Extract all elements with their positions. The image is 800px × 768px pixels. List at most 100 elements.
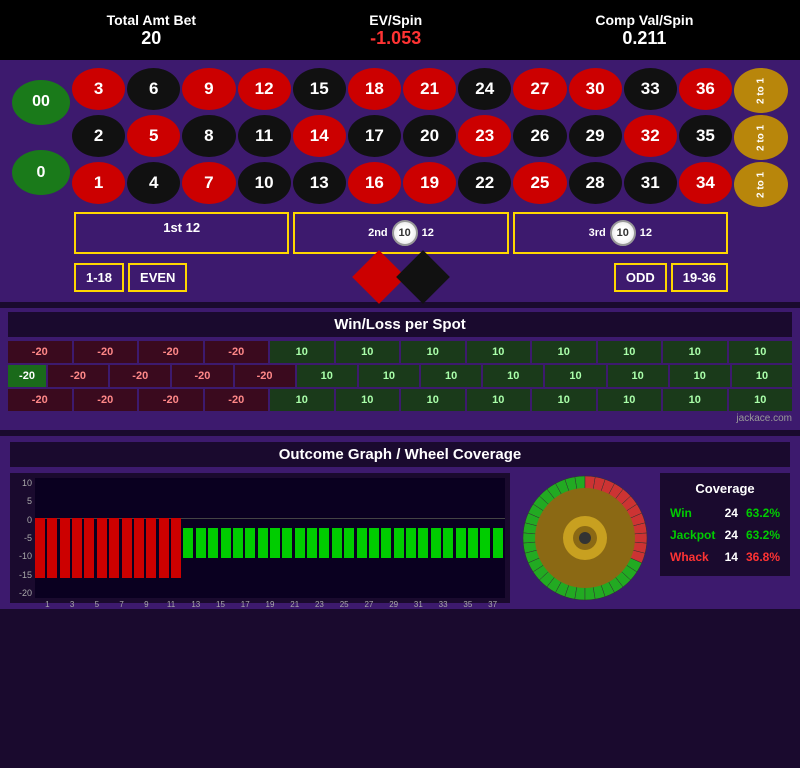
number-5[interactable]: 5 bbox=[127, 115, 180, 157]
jackpot-pct: 63.2% bbox=[746, 528, 780, 542]
number-31[interactable]: 31 bbox=[624, 162, 677, 204]
wl-cell: -20 bbox=[235, 365, 295, 387]
wl-row-1: -20-20-20-201010101010101010 bbox=[8, 341, 792, 363]
double-zero[interactable]: 00 bbox=[12, 80, 70, 125]
number-19[interactable]: 19 bbox=[403, 162, 456, 204]
number-18[interactable]: 18 bbox=[348, 68, 401, 110]
first-dozen[interactable]: 1st 12 bbox=[74, 212, 289, 254]
number-1[interactable]: 1 bbox=[72, 162, 125, 204]
number-4[interactable]: 4 bbox=[127, 162, 180, 204]
outcome-content: 10 5 0 -5 -10 -15 -20 135791113151719212… bbox=[10, 473, 790, 603]
wl-cell: -20 bbox=[139, 341, 203, 363]
number-28[interactable]: 28 bbox=[569, 162, 622, 204]
bar bbox=[295, 528, 305, 558]
wheel-container bbox=[520, 473, 650, 603]
number-34[interactable]: 34 bbox=[679, 162, 732, 204]
number-26[interactable]: 26 bbox=[513, 115, 566, 157]
side-bet-bot[interactable]: 2 to 1 bbox=[734, 162, 788, 207]
number-22[interactable]: 22 bbox=[458, 162, 511, 204]
number-23[interactable]: 23 bbox=[458, 115, 511, 157]
bet-1-18[interactable]: 1-18 bbox=[74, 263, 124, 292]
bet-even[interactable]: EVEN bbox=[128, 263, 187, 292]
number-20[interactable]: 20 bbox=[403, 115, 456, 157]
y-axis: 10 5 0 -5 -10 -15 -20 bbox=[15, 478, 35, 598]
second-dozen[interactable]: 2nd 10 12 bbox=[293, 212, 508, 254]
number-8[interactable]: 8 bbox=[182, 115, 235, 157]
bet-odd[interactable]: ODD bbox=[614, 263, 667, 292]
number-3[interactable]: 3 bbox=[72, 68, 125, 110]
wl-green-cell: -20 bbox=[8, 365, 46, 387]
number-27[interactable]: 27 bbox=[513, 68, 566, 110]
number-14[interactable]: 14 bbox=[293, 115, 346, 157]
whack-label: Whack bbox=[670, 550, 709, 564]
number-29[interactable]: 29 bbox=[569, 115, 622, 157]
x-label: 13 bbox=[183, 600, 208, 609]
wl-cell: 10 bbox=[270, 341, 334, 363]
x-label: 9 bbox=[134, 600, 159, 609]
whack-pct: 36.8% bbox=[746, 550, 780, 564]
dozen-chip-2: 10 bbox=[610, 220, 636, 246]
outcome-section: Outcome Graph / Wheel Coverage 10 5 0 -5… bbox=[0, 436, 800, 609]
single-zero[interactable]: 0 bbox=[12, 150, 70, 195]
jackpot-label: Jackpot bbox=[670, 528, 715, 542]
number-15[interactable]: 15 bbox=[293, 68, 346, 110]
side-bets-column: 2 to 1 2 to 1 2 to 1 bbox=[734, 68, 788, 207]
number-21[interactable]: 21 bbox=[403, 68, 456, 110]
x-label: 11 bbox=[159, 600, 184, 609]
side-bet-top[interactable]: 2 to 1 bbox=[734, 68, 788, 113]
number-36[interactable]: 36 bbox=[679, 68, 732, 110]
wl-row-3: -20-20-20-201010101010101010 bbox=[8, 389, 792, 411]
wl-cell: 10 bbox=[532, 389, 596, 411]
number-9[interactable]: 9 bbox=[182, 68, 235, 110]
wheel-pin bbox=[579, 532, 591, 544]
bar bbox=[282, 528, 292, 558]
wl-cell: 10 bbox=[729, 341, 793, 363]
number-35[interactable]: 35 bbox=[679, 115, 732, 157]
wl-cell: 10 bbox=[421, 365, 481, 387]
wl-cell: 10 bbox=[336, 389, 400, 411]
number-7[interactable]: 7 bbox=[182, 162, 235, 204]
bar bbox=[233, 528, 243, 558]
side-bet-mid[interactable]: 2 to 1 bbox=[734, 115, 788, 160]
bottom-bets-row: 1-18 EVEN ODD 19-36 bbox=[74, 258, 728, 296]
bar bbox=[159, 518, 169, 578]
wl-cell: 10 bbox=[532, 341, 596, 363]
wl-cell: 10 bbox=[297, 365, 357, 387]
wheel-svg bbox=[520, 473, 650, 603]
number-17[interactable]: 17 bbox=[348, 115, 401, 157]
wl-row-2: -20 -20-20-20-201010101010101010 bbox=[8, 365, 792, 387]
bar bbox=[357, 528, 367, 558]
coverage-win-row: Win 24 63.2% bbox=[668, 502, 782, 524]
number-24[interactable]: 24 bbox=[458, 68, 511, 110]
dozen-chip-1: 10 bbox=[392, 220, 418, 246]
number-16[interactable]: 16 bbox=[348, 162, 401, 204]
bar bbox=[146, 518, 156, 578]
x-label: 15 bbox=[208, 600, 233, 609]
number-25[interactable]: 25 bbox=[513, 162, 566, 204]
wl-cell: 10 bbox=[401, 389, 465, 411]
win-loss-section: Win/Loss per Spot -20-20-20-201010101010… bbox=[0, 308, 800, 430]
wl-cell: 10 bbox=[270, 389, 334, 411]
number-32[interactable]: 32 bbox=[624, 115, 677, 157]
number-12[interactable]: 12 bbox=[238, 68, 291, 110]
number-33[interactable]: 33 bbox=[624, 68, 677, 110]
number-13[interactable]: 13 bbox=[293, 162, 346, 204]
x-label: 7 bbox=[109, 600, 134, 609]
bet-19-36[interactable]: 19-36 bbox=[671, 263, 728, 292]
number-11[interactable]: 11 bbox=[238, 115, 291, 157]
number-10[interactable]: 10 bbox=[238, 162, 291, 204]
black-diamond[interactable] bbox=[396, 250, 450, 304]
number-2[interactable]: 2 bbox=[72, 115, 125, 157]
whack-count: 14 bbox=[725, 550, 738, 564]
wl-cell: 10 bbox=[483, 365, 543, 387]
number-30[interactable]: 30 bbox=[569, 68, 622, 110]
wl-cell: 10 bbox=[670, 365, 730, 387]
coverage-table: Coverage Win 24 63.2% Jackpot 24 63.2% W… bbox=[660, 473, 790, 576]
bar bbox=[443, 528, 453, 558]
third-dozen[interactable]: 3rd 10 12 bbox=[513, 212, 728, 254]
bar bbox=[245, 528, 255, 558]
win-label: Win bbox=[670, 506, 692, 520]
number-6[interactable]: 6 bbox=[127, 68, 180, 110]
x-label: 19 bbox=[258, 600, 283, 609]
wl-cell: 10 bbox=[401, 341, 465, 363]
